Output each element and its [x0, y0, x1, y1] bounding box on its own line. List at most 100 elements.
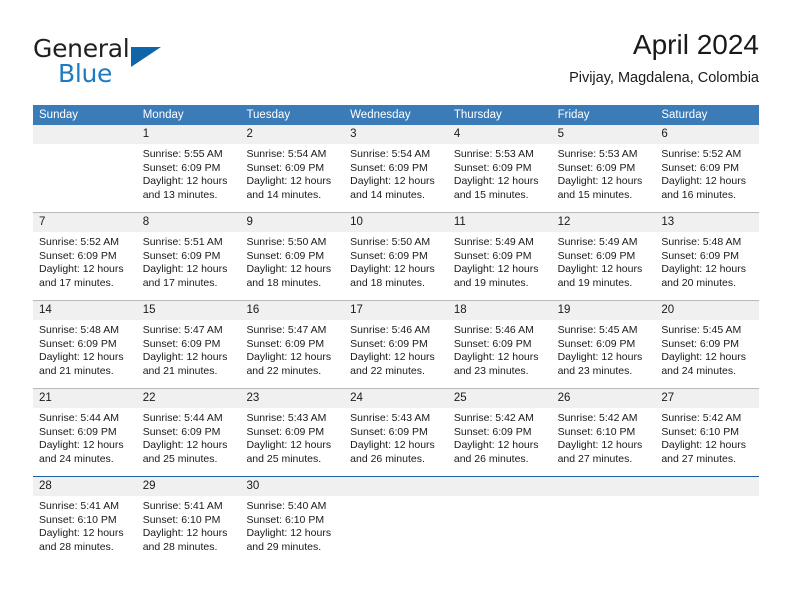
daylight-text-line2: and 25 minutes.: [142, 452, 218, 465]
day-cell[interactable]: Sunrise: 5:50 AM Sunset: 6:09 PM Daylight:…: [240, 232, 344, 300]
day-cell[interactable]: Sunrise: 5:43 AM Sunset: 6:09 PM Daylight:…: [240, 408, 344, 476]
day-number[interactable]: 2: [240, 125, 344, 144]
sunrise-text: Sunrise: 5:44 AM: [39, 412, 119, 424]
day-cell[interactable]: Sunrise: 5:45 AM Sunset: 6:09 PM Daylight:…: [655, 320, 759, 388]
day-number[interactable]: 15: [137, 301, 241, 320]
daylight-text-line2: and 28 minutes.: [142, 540, 218, 553]
day-cell[interactable]: Sunrise: 5:55 AM Sunset: 6:09 PM Daylight:…: [137, 144, 241, 212]
day-cell[interactable]: Sunrise: 5:48 AM Sunset: 6:09 PM Daylight:…: [33, 320, 137, 388]
day-cell[interactable]: Sunrise: 5:53 AM Sunset: 6:09 PM Daylight:…: [552, 144, 656, 212]
day-number[interactable]: 22: [137, 389, 241, 408]
day-cell[interactable]: Sunrise: 5:42 AM Sunset: 6:10 PM Daylight:…: [655, 408, 759, 476]
calendar-grid: Sunday Monday Tuesday Wednesday Thursday Frid…: [33, 105, 759, 564]
day-cell[interactable]: Sunrise: 5:53 AM Sunset: 6:09 PM Daylight:…: [448, 144, 552, 212]
daylight-text-line1: Daylight: 12 hours: [246, 439, 332, 451]
sunset-text: Sunset: 6:09 PM: [246, 249, 325, 262]
day-cell[interactable]: Sunrise: 5:44 AM Sunset: 6:09 PM Daylight:…: [137, 408, 241, 476]
day-number[interactable]: 8: [137, 213, 241, 232]
daylight-text-line1: Daylight: 12 hours: [453, 175, 539, 187]
day-cell[interactable]: Sunrise: 5:40 AM Sunset: 6:10 PM Daylight:…: [240, 496, 344, 564]
day-number[interactable]: 19: [552, 301, 656, 320]
day-cell[interactable]: Sunrise: 5:54 AM Sunset: 6:09 PM Daylight:…: [344, 144, 448, 212]
day-number[interactable]: 7: [33, 213, 137, 232]
day-number[interactable]: 17: [344, 301, 448, 320]
day-number[interactable]: 30: [240, 477, 344, 496]
daylight-text-line2: and 22 minutes.: [246, 364, 322, 377]
sunrise-text: Sunrise: 5:47 AM: [246, 324, 327, 336]
daylight-text-line1: Daylight: 12 hours: [39, 527, 124, 539]
day-cell[interactable]: Sunrise: 5:43 AM Sunset: 6:09 PM Daylight:…: [344, 408, 448, 476]
day-cell[interactable]: Sunrise: 5:41 AM Sunset: 6:10 PM Daylight:…: [137, 496, 241, 564]
day-number[interactable]: 18: [448, 301, 552, 320]
day-number[interactable]: 13: [655, 213, 759, 232]
day-number[interactable]: 11: [448, 213, 552, 232]
day-cell[interactable]: Sunrise: 5:54 AM Sunset: 6:09 PM Daylight:…: [240, 144, 344, 212]
day-number-band: 7 8 9 10 11 12 13: [33, 213, 759, 232]
day-cell[interactable]: Sunrise: 5:47 AM Sunset: 6:09 PM Daylight:…: [240, 320, 344, 388]
day-number[interactable]: 28: [33, 477, 137, 496]
daylight-text-line1: Daylight: 12 hours: [661, 439, 746, 451]
day-cell[interactable]: Sunrise: 5:42 AM Sunset: 6:09 PM Daylight:…: [448, 408, 552, 476]
sunset-text: Sunset: 6:09 PM: [350, 161, 428, 174]
daylight-text-line1: Daylight: 12 hours: [350, 351, 435, 363]
day-number[interactable]: 1: [137, 125, 241, 144]
sunset-text: Sunset: 6:09 PM: [246, 161, 325, 174]
daylight-text-line1: Daylight: 12 hours: [246, 263, 332, 275]
day-cell[interactable]: Sunrise: 5:47 AM Sunset: 6:09 PM Daylight:…: [137, 320, 241, 388]
day-cell[interactable]: Sunrise: 5:44 AM Sunset: 6:09 PM Daylight:…: [33, 408, 137, 476]
day-number[interactable]: 5: [552, 125, 656, 144]
daylight-text-line2: and 21 minutes.: [39, 364, 114, 377]
sunset-text: Sunset: 6:09 PM: [39, 337, 117, 350]
day-cell[interactable]: Sunrise: 5:51 AM Sunset: 6:09 PM Daylight:…: [137, 232, 241, 300]
day-number[interactable]: 26: [552, 389, 656, 408]
day-number-empty: [33, 125, 137, 144]
daylight-text-line2: and 15 minutes.: [557, 188, 633, 201]
day-cell[interactable]: Sunrise: 5:49 AM Sunset: 6:09 PM Daylight:…: [552, 232, 656, 300]
day-cell[interactable]: Sunrise: 5:50 AM Sunset: 6:09 PM Daylight:…: [344, 232, 448, 300]
day-cell[interactable]: Sunrise: 5:49 AM Sunset: 6:09 PM Daylight:…: [448, 232, 552, 300]
day-number[interactable]: 3: [344, 125, 448, 144]
day-number[interactable]: 20: [655, 301, 759, 320]
sunrise-text: Sunrise: 5:50 AM: [246, 236, 327, 248]
day-number[interactable]: 6: [655, 125, 759, 144]
day-number[interactable]: 12: [552, 213, 656, 232]
sunrise-text: Sunrise: 5:42 AM: [661, 412, 742, 424]
day-cell[interactable]: Sunrise: 5:45 AM Sunset: 6:09 PM Daylight:…: [552, 320, 656, 388]
daylight-text-line2: and 17 minutes.: [142, 276, 218, 289]
day-number[interactable]: 10: [344, 213, 448, 232]
sunrise-text: Sunrise: 5:40 AM: [246, 500, 327, 512]
sunrise-text: Sunrise: 5:42 AM: [557, 412, 638, 424]
daylight-text-line1: Daylight: 12 hours: [557, 263, 643, 275]
day-number[interactable]: 27: [655, 389, 759, 408]
day-cell[interactable]: Sunrise: 5:48 AM Sunset: 6:09 PM Daylight:…: [655, 232, 759, 300]
day-number[interactable]: 24: [344, 389, 448, 408]
weekday-header-sunday: Sunday: [39, 109, 79, 121]
daylight-text-line1: Daylight: 12 hours: [350, 175, 435, 187]
day-number[interactable]: 23: [240, 389, 344, 408]
sunrise-text: Sunrise: 5:48 AM: [661, 236, 742, 248]
sunrise-text: Sunrise: 5:49 AM: [453, 236, 534, 248]
day-number[interactable]: 29: [137, 477, 241, 496]
day-cell[interactable]: Sunrise: 5:52 AM Sunset: 6:09 PM Daylight:…: [33, 232, 137, 300]
daylight-text-line2: and 14 minutes.: [246, 188, 322, 201]
day-cell[interactable]: Sunrise: 5:42 AM Sunset: 6:10 PM Daylight:…: [552, 408, 656, 476]
day-number[interactable]: 9: [240, 213, 344, 232]
day-number[interactable]: 25: [448, 389, 552, 408]
daylight-text-line2: and 26 minutes.: [453, 452, 529, 465]
general-blue-logo[interactable]: General Blue: [33, 34, 233, 90]
daylight-text-line1: Daylight: 12 hours: [142, 263, 228, 275]
daylight-text-line1: Daylight: 12 hours: [142, 439, 228, 451]
day-cell[interactable]: Sunrise: 5:41 AM Sunset: 6:10 PM Daylight:…: [33, 496, 137, 564]
sunset-text: Sunset: 6:09 PM: [246, 425, 325, 438]
day-number[interactable]: 21: [33, 389, 137, 408]
day-cell[interactable]: Sunrise: 5:52 AM Sunset: 6:09 PM Daylight:…: [655, 144, 759, 212]
sunset-text: Sunset: 6:10 PM: [142, 513, 221, 526]
sunset-text: Sunset: 6:09 PM: [246, 337, 325, 350]
daylight-text-line2: and 16 minutes.: [661, 188, 737, 201]
day-cell-empty: [33, 144, 137, 212]
day-number[interactable]: 16: [240, 301, 344, 320]
day-cell[interactable]: Sunrise: 5:46 AM Sunset: 6:09 PM Daylight:…: [448, 320, 552, 388]
day-number[interactable]: 14: [33, 301, 137, 320]
day-number[interactable]: 4: [448, 125, 552, 144]
day-cell[interactable]: Sunrise: 5:46 AM Sunset: 6:09 PM Daylight:…: [344, 320, 448, 388]
